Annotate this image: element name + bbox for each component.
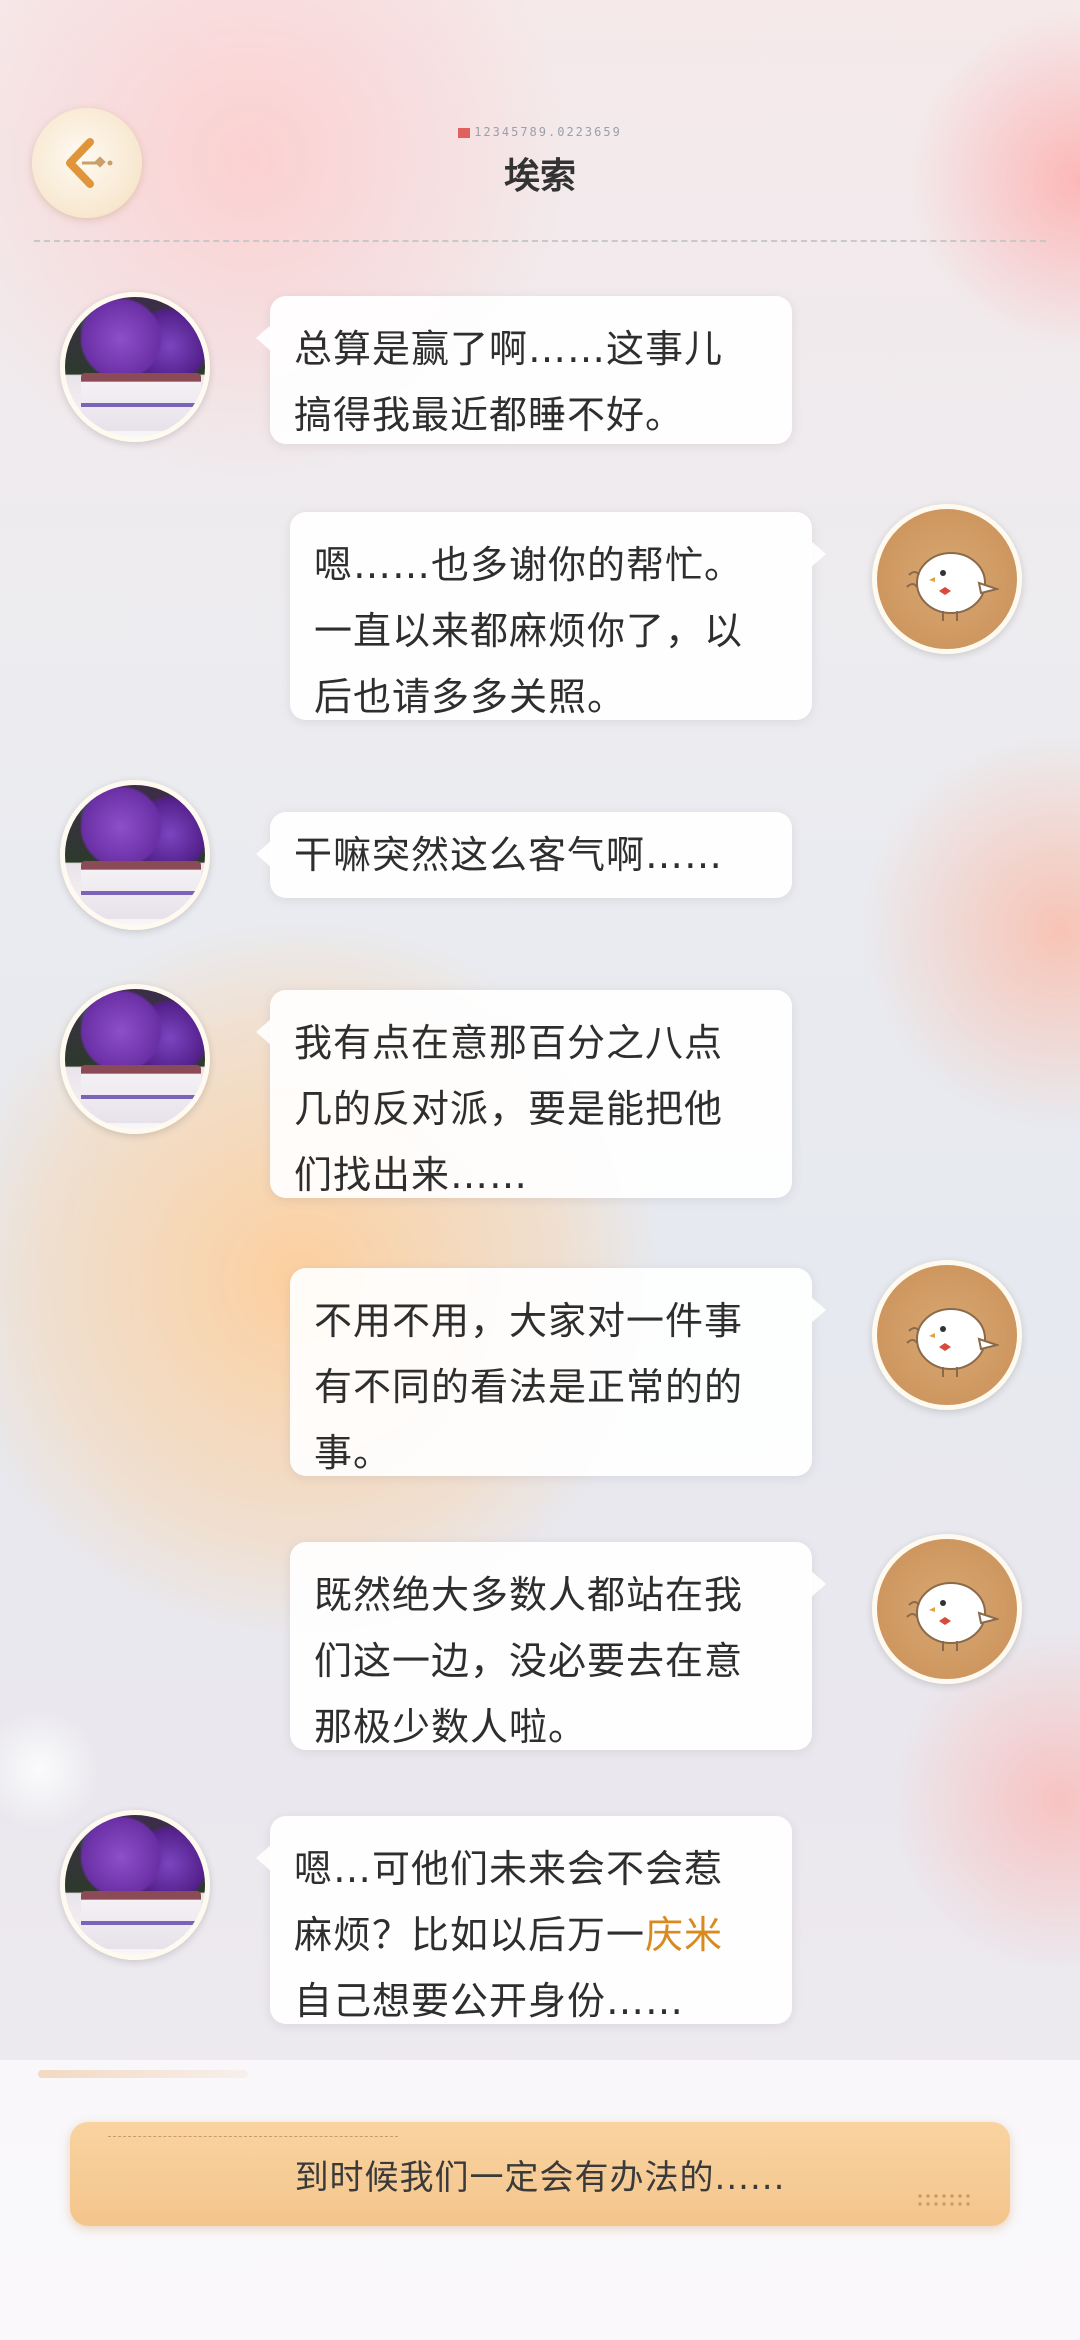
- reply-option-button[interactable]: 到时候我们一定会有办法的......: [70, 2122, 1010, 2226]
- avatar-me: [872, 1534, 1022, 1684]
- chat-bubble-me: 不用不用，大家对一件事 有不同的看法是正常的的 事。: [290, 1268, 826, 1476]
- chat-bubble-other: 总算是赢了啊……这事儿 搞得我最近都睡不好。: [256, 296, 792, 444]
- highlighted-name: 庆米: [645, 1913, 724, 1957]
- chat-bubble-other: 我有点在意那百分之八点 几的反对派，要是能把他 们找出来……: [256, 990, 792, 1198]
- avatar-other: [60, 1810, 210, 1960]
- bird-avatar-icon: [906, 1582, 999, 1651]
- seal-icon: [458, 127, 471, 138]
- coffee-cup-icon: [81, 373, 201, 431]
- message-text: 自己想要公开身份……: [294, 1979, 685, 2023]
- avatar-other: [60, 780, 210, 930]
- panel-decoration: [38, 2070, 248, 2078]
- coffee-cup-icon: [81, 1065, 201, 1123]
- avatar-other: [60, 292, 210, 442]
- chat-bubble-other: 嗯…可他们未来会不会惹 麻烦？比如以后万一庆米 自己想要公开身份……: [256, 1816, 792, 2024]
- avatar-me: [872, 1260, 1022, 1410]
- header-divider: [34, 240, 1046, 242]
- decoration-dots: [916, 2192, 972, 2208]
- chat-bubble-other: 干嘛突然这么客气啊……: [256, 812, 792, 898]
- avatar-me: [872, 504, 1022, 654]
- coffee-cup-icon: [81, 861, 201, 919]
- header: 12345789.0223659 埃索: [0, 125, 1080, 199]
- decoration-line: [108, 2136, 398, 2137]
- page-title: 埃索: [503, 156, 576, 197]
- bird-avatar-icon: [906, 552, 999, 621]
- avatar-other: [60, 984, 210, 1134]
- reply-option-label: 到时候我们一定会有办法的......: [294, 2157, 786, 2198]
- bird-avatar-icon: [906, 1308, 999, 1377]
- chat-bubble-me: 嗯……也多谢你的帮忙。 一直以来都麻烦你了，以 后也请多多关照。: [290, 512, 826, 720]
- chat-bubble-me: 既然绝大多数人都站在我 们这一边，没必要去在意 那极少数人啦。: [290, 1542, 826, 1750]
- coffee-cup-icon: [81, 1891, 201, 1949]
- contact-id: 12345789.0223659: [0, 125, 1080, 139]
